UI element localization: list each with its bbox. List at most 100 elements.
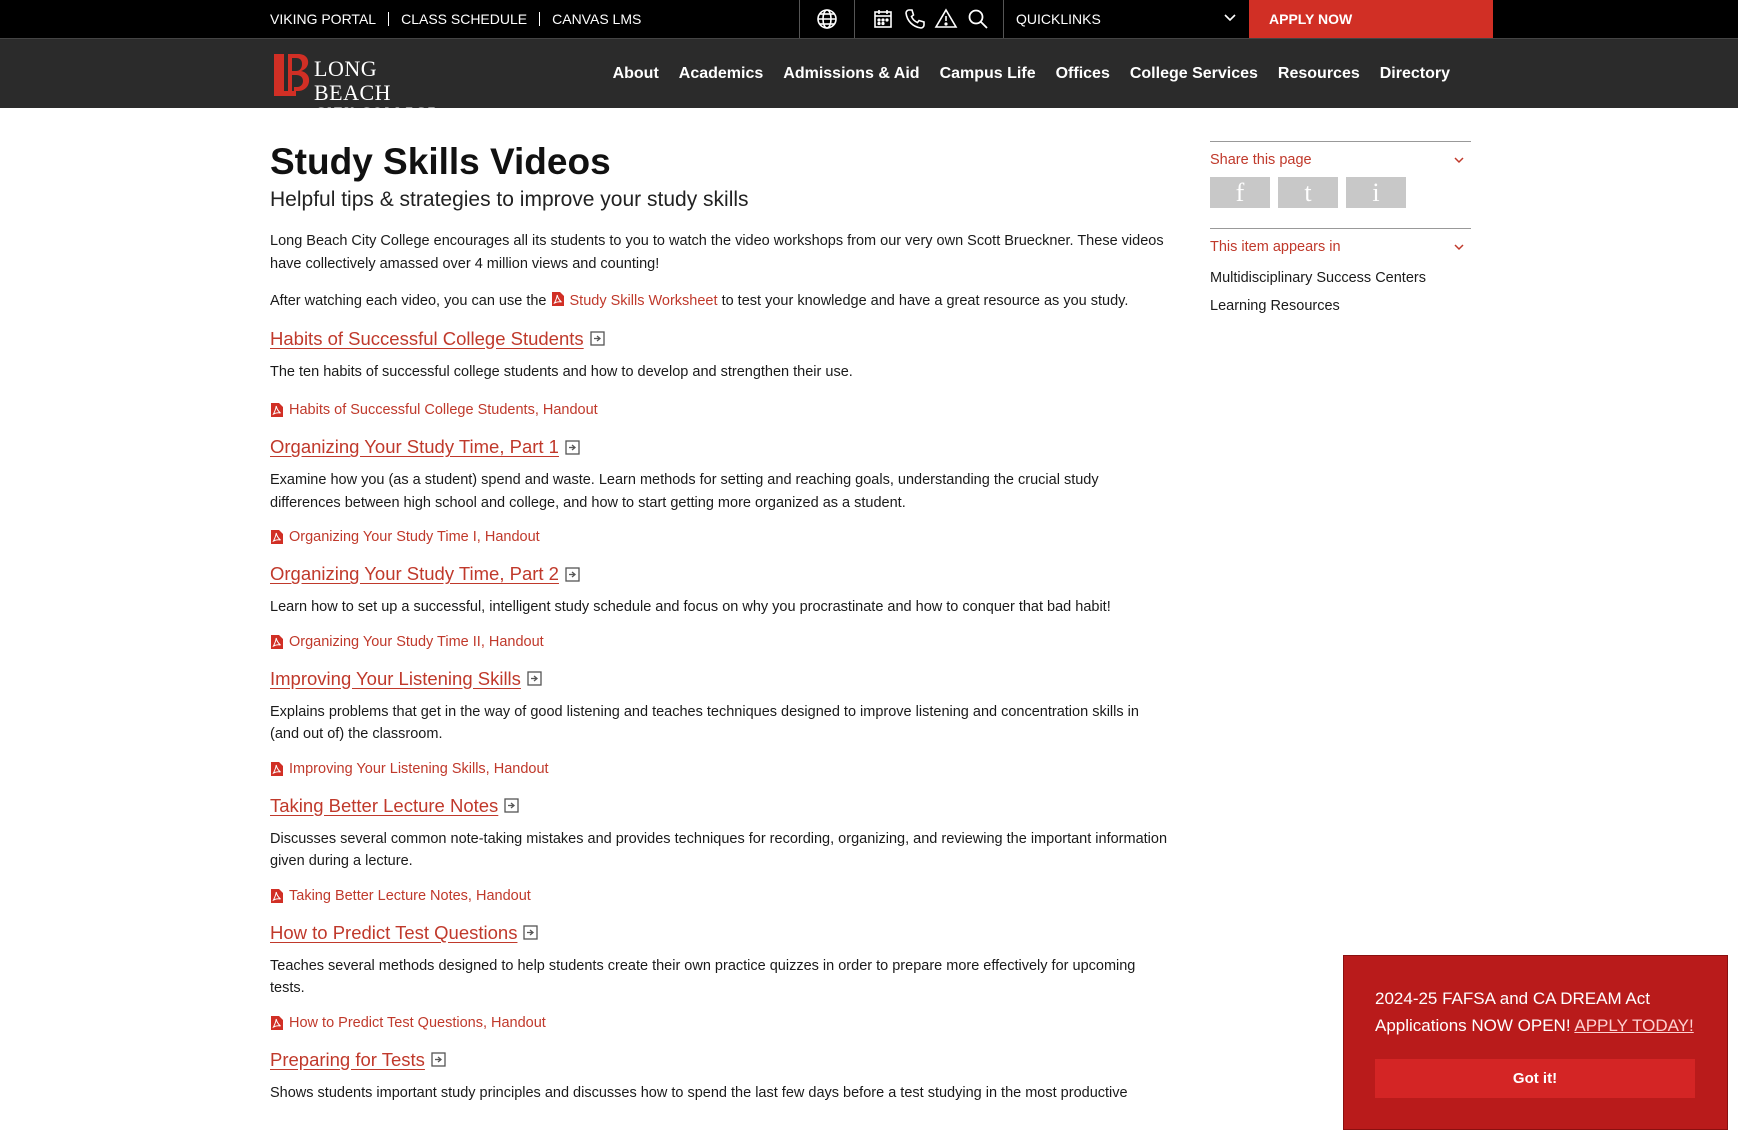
quicklinks-label: QUICKLINKS [1016, 11, 1101, 27]
video-link[interactable]: Organizing Your Study Time, Part 2 [270, 562, 580, 586]
handout-label: Taking Better Lecture Notes, Handout [289, 887, 531, 904]
video-description: The ten habits of successful college stu… [270, 363, 853, 380]
chevron-down-icon [1453, 239, 1471, 264]
video-description: Examine how you (as a student) spend and… [270, 472, 1099, 511]
pdf-icon [270, 403, 283, 417]
share-label: Share this page [1210, 152, 1312, 168]
share-buttons: f t i [1210, 177, 1471, 208]
video-title: Improving Your Listening Skills [270, 667, 521, 689]
video-item: How to Predict Test Questions Teaches se… [270, 921, 1170, 1034]
lbcc-logo[interactable]: LONG BEACH CITY COLLEGE [270, 51, 450, 119]
worksheet-suffix: to test your knowledge and have a great … [721, 293, 1129, 309]
calendar-icon[interactable] [871, 7, 895, 31]
video-item: Preparing for Tests Shows students impor… [270, 1048, 1170, 1105]
appears-in-item[interactable]: Learning Resources [1210, 292, 1471, 320]
fafsa-banner: 2024-25 FAFSA and CA DREAM Act Applicati… [1343, 955, 1728, 1130]
canvas-lms-link[interactable]: CANVAS LMS [539, 12, 653, 26]
pdf-icon [551, 292, 564, 306]
apply-now-button[interactable]: APPLY NOW [1249, 0, 1493, 38]
external-link-icon [565, 566, 580, 582]
video-description: Teaches several methods designed to help… [270, 957, 1136, 997]
intro-paragraph: Long Beach City College encourages all i… [270, 233, 1164, 272]
video-description: Shows students important study principle… [270, 1084, 1128, 1101]
handout-link[interactable]: Habits of Successful College Students, H… [270, 399, 1170, 421]
video-title: Habits of Successful College Students [270, 327, 584, 349]
handout-link[interactable]: Organizing Your Study Time II, Handout [270, 631, 1170, 653]
search-icon[interactable] [966, 7, 990, 31]
chevron-down-icon [1453, 152, 1471, 177]
video-item: Taking Better Lecture Notes Discusses se… [270, 794, 1170, 907]
logo-line-1: LONG BEACH [314, 56, 392, 105]
info-share-button[interactable]: i [1346, 177, 1406, 208]
page-title: Study Skills Videos [270, 141, 611, 182]
nav-college-services[interactable]: College Services [1130, 65, 1258, 83]
external-link-icon [504, 798, 519, 813]
pdf-icon [270, 634, 283, 649]
video-title: Organizing Your Study Time, Part 1 [270, 436, 559, 457]
phone-icon[interactable] [903, 7, 927, 31]
logo-line-2: CITY COLLEGE [316, 104, 439, 119]
external-link-icon [565, 439, 580, 455]
nav-resources[interactable]: Resources [1278, 65, 1360, 83]
share-toggle[interactable]: Share this page [1210, 141, 1471, 177]
pdf-icon [270, 761, 283, 776]
quicklinks-dropdown[interactable]: QUICKLINKS [1004, 0, 1249, 38]
external-link-icon [523, 925, 539, 940]
external-link-icon [431, 1052, 446, 1067]
lbcc-logo-mark-icon [274, 54, 310, 96]
globe-icon[interactable] [815, 7, 839, 31]
nav-admissions-aid[interactable]: Admissions & Aid [783, 65, 919, 83]
nav-academics[interactable]: Academics [679, 65, 764, 83]
external-link-icon [527, 671, 542, 686]
sidebar: Share this page f t i This item appears … [1210, 141, 1471, 320]
video-description: Discusses several common note-taking mis… [270, 830, 1168, 870]
got-it-button[interactable]: Got it! [1375, 1059, 1695, 1098]
banner-message: 2024-25 FAFSA and CA DREAM Act Applicati… [1375, 985, 1705, 1039]
nav-campus-life[interactable]: Campus Life [940, 65, 1036, 83]
video-link[interactable]: Habits of Successful College Students [270, 327, 605, 351]
handout-link[interactable]: Taking Better Lecture Notes, Handout [270, 885, 1170, 907]
handout-label: How to Predict Test Questions, Handout [289, 1014, 546, 1031]
handout-link[interactable]: Improving Your Listening Skills, Handout [270, 758, 1170, 780]
utility-links: VIKING PORTAL CLASS SCHEDULE CANVAS LMS [270, 0, 653, 38]
divider [799, 0, 800, 38]
video-link[interactable]: Organizing Your Study Time, Part 1 [270, 435, 580, 459]
main-navigation: LONG BEACH CITY COLLEGE About Academics … [0, 38, 1738, 119]
main-content: Study Skills Videos Helpful tips & strat… [270, 140, 1170, 1104]
video-description: Learn how to set up a successful, intell… [270, 599, 1111, 615]
video-link[interactable]: Taking Better Lecture Notes [270, 794, 519, 818]
worksheet-link[interactable]: Study Skills Worksheet [570, 293, 718, 309]
nav-about[interactable]: About [613, 65, 659, 83]
chevron-down-icon [1223, 11, 1237, 28]
pdf-icon [270, 530, 283, 544]
twitter-share-button[interactable]: t [1278, 177, 1338, 208]
alert-icon[interactable] [934, 7, 958, 31]
handout-label: Habits of Successful College Students, H… [289, 402, 598, 418]
page-subtitle: Helpful tips & strategies to improve you… [270, 188, 749, 211]
nav-links: About Academics Admissions & Aid Campus … [613, 39, 1450, 109]
worksheet-paragraph: After watching each video, you can use t… [270, 290, 1170, 313]
video-item: Organizing Your Study Time, Part 1 Exami… [270, 435, 1170, 548]
video-link[interactable]: Preparing for Tests [270, 1048, 446, 1072]
video-title: Preparing for Tests [270, 1048, 425, 1070]
appears-in-item[interactable]: Multidisciplinary Success Centers [1210, 264, 1471, 292]
nav-offices[interactable]: Offices [1056, 65, 1110, 83]
handout-link[interactable]: How to Predict Test Questions, Handout [270, 1012, 1170, 1034]
video-link[interactable]: Improving Your Listening Skills [270, 667, 542, 691]
nav-directory[interactable]: Directory [1380, 65, 1450, 83]
facebook-share-button[interactable]: f [1210, 177, 1270, 208]
viking-portal-link[interactable]: VIKING PORTAL [270, 12, 388, 26]
video-description: Explains problems that get in the way of… [270, 703, 1139, 743]
worksheet-prefix: After watching each video, you can use t… [270, 293, 547, 309]
apply-today-link[interactable]: APPLY TODAY! [1574, 1016, 1693, 1035]
video-item: Habits of Successful College Students Th… [270, 327, 1170, 422]
appears-in-label: This item appears in [1210, 239, 1341, 255]
video-item: Organizing Your Study Time, Part 2 Learn… [270, 562, 1170, 653]
external-link-icon [590, 331, 605, 346]
appears-in-toggle[interactable]: This item appears in [1210, 228, 1471, 264]
class-schedule-link[interactable]: CLASS SCHEDULE [388, 12, 539, 26]
video-link[interactable]: How to Predict Test Questions [270, 921, 539, 945]
handout-label: Organizing Your Study Time I, Handout [289, 529, 540, 545]
handout-link[interactable]: Organizing Your Study Time I, Handout [270, 526, 1170, 548]
video-title: How to Predict Test Questions [270, 921, 518, 943]
